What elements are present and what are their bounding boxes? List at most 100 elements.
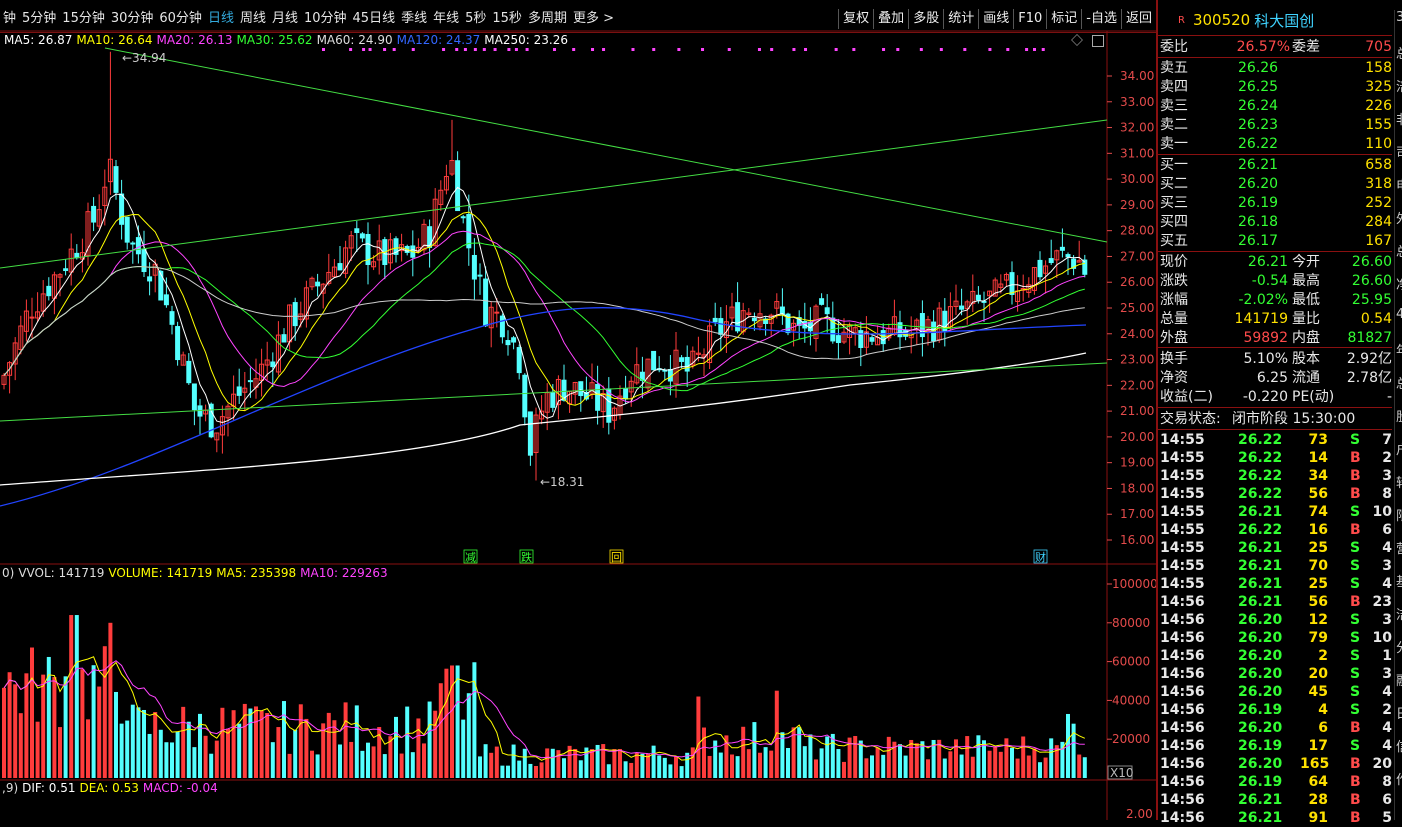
side-tab-glyph: 分 <box>1396 637 1402 656</box>
price-tick: 29.00 <box>1120 198 1154 212</box>
price-tick: 16.00 <box>1120 533 1154 547</box>
legend-item: MA120: 24.37 <box>396 33 481 47</box>
candle-body <box>91 205 97 223</box>
candle-body <box>191 383 197 411</box>
tick-row: 14:56 26.20 45 S 4 <box>1160 684 1392 700</box>
volume-bar <box>282 701 286 778</box>
bids-row[interactable]: 买五 26.17 167 <box>1160 232 1392 250</box>
signal-dot <box>493 48 497 51</box>
side-tab-glyph: 非 <box>1396 109 1402 128</box>
trend-lines <box>0 47 1108 422</box>
volume-bar <box>489 752 494 778</box>
volume-bar <box>819 748 824 778</box>
volume-bar <box>450 665 454 778</box>
tick-row: 14:55 26.21 70 S 3 <box>1160 558 1392 574</box>
volume-bar <box>382 754 387 778</box>
signal-dot <box>770 48 774 51</box>
volume-bar <box>1071 723 1076 778</box>
signal-dot <box>852 48 856 51</box>
volume-bar <box>562 758 566 778</box>
candle-body <box>595 383 601 411</box>
price-tick: 18.00 <box>1120 481 1154 495</box>
tick-row: 14:55 26.22 73 S 7 <box>1160 432 1392 448</box>
asks-row[interactable]: 卖二 26.23 155 <box>1160 116 1392 134</box>
side-tab-glyph: 日 <box>1396 703 1402 722</box>
volume-bar <box>310 750 314 778</box>
candle-body <box>477 274 483 277</box>
volume-bar <box>63 676 68 778</box>
asks-row[interactable]: 卖一 26.22 110 <box>1160 135 1392 153</box>
volume-bar <box>954 739 958 778</box>
volume-bar <box>959 754 964 778</box>
volume-bar <box>718 752 723 778</box>
price-tick: 17.00 <box>1120 507 1154 521</box>
signal-dot <box>463 48 467 51</box>
volume-bar <box>657 755 662 778</box>
bids-row[interactable]: 买三 26.19 252 <box>1160 194 1392 212</box>
side-tab-glyph: 基 <box>1396 571 1402 590</box>
price-tick: 28.00 <box>1120 224 1154 238</box>
volume-bar <box>898 744 902 778</box>
volume-bar <box>746 749 751 778</box>
signal-dot <box>507 48 511 51</box>
asks-row[interactable]: 卖五 26.26 158 <box>1160 59 1392 77</box>
fundamental-row: 净资 6.25 流通 2.78亿 <box>1160 370 1392 386</box>
tick-row: 14:56 26.20 12 S 3 <box>1160 612 1392 628</box>
volume-bar <box>198 713 202 778</box>
volume-bar <box>903 755 908 778</box>
volume-tick: 40000 <box>1112 693 1150 707</box>
quote-row: 现价 26.21 今开 26.60 <box>1160 254 1392 270</box>
bids-row[interactable]: 买四 26.18 284 <box>1160 213 1392 231</box>
bids-row[interactable]: 买一 26.21 658 <box>1160 156 1392 174</box>
volume-bar <box>679 766 684 778</box>
signal-dot <box>701 48 705 51</box>
volume-bar <box>1010 747 1014 778</box>
collapsed-side-panel[interactable]: 3总涪非司电外总净4年总股户转限营基洁分融日信作 <box>1394 10 1402 820</box>
volume-bar <box>472 662 477 778</box>
volume-bar <box>730 754 734 778</box>
volume-bar <box>416 718 421 778</box>
candle-body <box>1065 254 1071 258</box>
signal-dot <box>572 48 576 51</box>
volume-bar <box>1026 755 1031 778</box>
asks-row[interactable]: 卖四 26.25 325 <box>1160 78 1392 96</box>
volume-bar <box>808 734 813 778</box>
volume-bar <box>97 686 102 778</box>
price-tick: 34.00 <box>1120 69 1154 83</box>
candle-body <box>1082 259 1088 275</box>
candle-body <box>460 216 466 219</box>
volume-bar <box>427 701 432 778</box>
side-tab-glyph: 股 <box>1396 406 1402 425</box>
volume-bar <box>662 757 667 778</box>
volume-bar <box>802 746 807 778</box>
signal-dot <box>368 48 372 51</box>
volume-bar <box>668 764 673 778</box>
volume-bar <box>153 711 158 778</box>
volume-bar <box>942 758 947 778</box>
candle-body <box>651 350 657 371</box>
kline-chart[interactable]: 34.00 33.00 32.00 31.00 30.00 29.00 28.00 27.00… <box>0 0 1156 820</box>
asks-row[interactable]: 卖三 26.24 226 <box>1160 97 1392 115</box>
tick-row: 14:56 26.21 28 B 6 <box>1160 792 1392 808</box>
volume-bar <box>517 760 522 778</box>
volume-bar <box>181 706 186 778</box>
macd-legend: ,9) DIF: 0.51 DEA: 0.53 MACD: -0.04 <box>2 781 222 795</box>
candle-body <box>779 306 785 315</box>
volume-bar <box>758 752 762 778</box>
volume-tick: 80000 <box>1112 616 1150 630</box>
volume-bar <box>265 713 270 778</box>
bids-row[interactable]: 买二 26.20 318 <box>1160 175 1392 193</box>
candle-body <box>186 360 192 384</box>
volume-bar <box>422 743 426 778</box>
price-tick: 24.00 <box>1120 327 1154 341</box>
volume-bar <box>270 742 275 778</box>
volume-bar <box>836 749 841 778</box>
candle-body <box>359 233 365 239</box>
legend-item: DEA: 0.53 <box>79 781 139 795</box>
volume-bar <box>13 684 18 778</box>
volume-bar <box>573 748 578 778</box>
window-toggle-icon[interactable] <box>1092 35 1104 47</box>
candle-body <box>667 369 673 382</box>
volume-bar <box>741 726 746 778</box>
legend-item: MA5: 235398 <box>216 566 297 580</box>
